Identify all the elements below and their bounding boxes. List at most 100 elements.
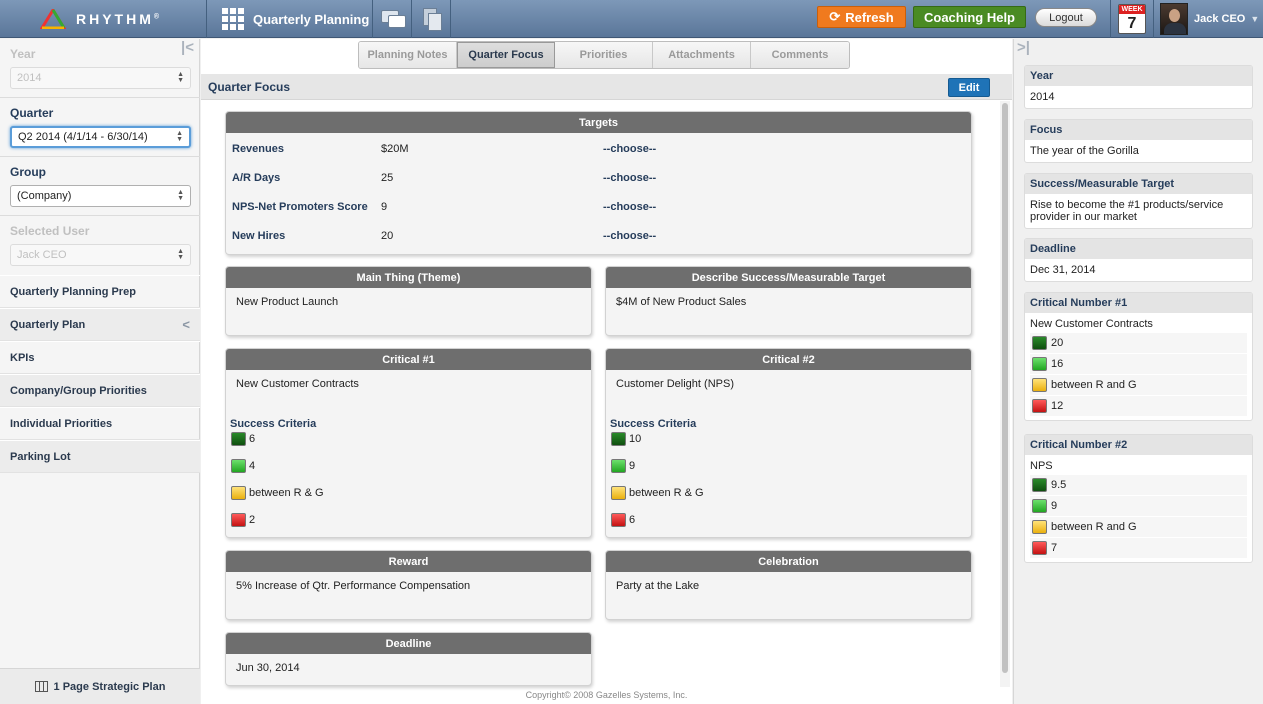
map-icon <box>34 681 48 692</box>
nav-quarterly-planning-prep[interactable]: Quarterly Planning Prep <box>0 275 200 308</box>
user-name: Jack CEO <box>1194 13 1246 25</box>
annual-target-box: Success/Measurable Target Rise to become… <box>1024 173 1253 229</box>
status-yellow-icon <box>1032 520 1047 534</box>
selected-user-field: Selected User Jack CEO ▲ ▼ <box>10 224 191 266</box>
critical-number-2-box: Critical Number #2 NPS 9.5 9 between R a… <box>1024 434 1253 563</box>
critical-1-card: Critical #1 New Customer Contracts Succe… <box>225 348 592 538</box>
select-arrows-icon: ▲ ▼ <box>177 71 184 84</box>
one-page-strategic-plan-link[interactable]: 1 Page Strategic Plan <box>0 668 200 704</box>
criteria-row: 4 <box>231 459 255 473</box>
nav-company-group-priorities[interactable]: Company/Group Priorities <box>0 374 200 407</box>
critical-1-text: New Customer Contracts <box>236 378 359 390</box>
nav-quarterly-plan[interactable]: Quarterly Plan < <box>0 308 200 341</box>
deadline-card: Deadline Jun 30, 2014 <box>225 632 592 686</box>
tab-priorities[interactable]: Priorities <box>555 42 653 68</box>
group-field: Group (Company) ▲ ▼ <box>10 165 191 207</box>
chevron-down-icon: ▼ <box>1250 14 1260 24</box>
nav-parking-lot[interactable]: Parking Lot <box>0 440 200 473</box>
criteria-row: between R and G <box>1030 375 1247 396</box>
criteria-row: 2 <box>231 513 255 527</box>
status-red-icon <box>1032 541 1047 555</box>
annual-deadline-box: Deadline Dec 31, 2014 <box>1024 238 1253 282</box>
section-title: Quarter Focus <box>208 79 291 94</box>
main-content: Planning Notes Quarter Focus Priorities … <box>201 39 1012 704</box>
criteria-row: 9 <box>611 459 635 473</box>
nav-kpis[interactable]: KPIs <box>0 341 200 374</box>
logo-text: RHYTHM® <box>76 11 160 27</box>
grid-icon <box>222 8 244 30</box>
status-dark-green-icon <box>1032 336 1047 350</box>
quarter-field: Quarter Q2 2014 (4/1/14 - 6/30/14) ▲ ▼ <box>10 106 191 148</box>
right-panel: >| Year 2014 Focus The year of the Goril… <box>1013 39 1263 704</box>
chevron-left-icon: < <box>182 317 190 332</box>
critical-2-text: Customer Delight (NPS) <box>616 378 734 390</box>
status-green-icon <box>231 459 246 473</box>
week-calendar-button[interactable]: WEEK 7 <box>1110 0 1154 38</box>
copyright: Copyright© 2008 Gazelles Systems, Inc. <box>525 690 688 700</box>
criteria-row: between R and G <box>1030 517 1247 538</box>
year-select[interactable]: 2014 ▲ ▼ <box>10 67 191 89</box>
module-title: Quarterly Planning <box>253 11 370 27</box>
chat-button[interactable] <box>374 0 412 38</box>
tab-planning-notes[interactable]: Planning Notes <box>359 42 457 68</box>
criteria-row: 12 <box>1030 396 1247 417</box>
tab-quarter-focus[interactable]: Quarter Focus <box>457 42 555 68</box>
quarter-select[interactable]: Q2 2014 (4/1/14 - 6/30/14) ▲ ▼ <box>10 126 191 148</box>
status-red-icon <box>1032 399 1047 413</box>
reward-text: 5% Increase of Qtr. Performance Compensa… <box>236 580 471 592</box>
selected-user-select[interactable]: Jack CEO ▲ ▼ <box>10 244 191 266</box>
status-yellow-icon <box>231 486 246 500</box>
status-green-icon <box>1032 357 1047 371</box>
select-arrows-icon: ▲ ▼ <box>176 130 183 143</box>
annual-focus-box: Focus The year of the Gorilla <box>1024 119 1253 163</box>
criteria-row: 6 <box>611 513 635 527</box>
tab-comments[interactable]: Comments <box>751 42 849 68</box>
select-arrows-icon: ▲ ▼ <box>177 189 184 202</box>
edit-button[interactable]: Edit <box>948 78 990 97</box>
annual-year-box: Year 2014 <box>1024 65 1253 109</box>
group-select[interactable]: (Company) ▲ ▼ <box>10 185 191 207</box>
status-dark-green-icon <box>611 432 626 446</box>
scrollbar-thumb[interactable] <box>1002 103 1008 673</box>
refresh-button[interactable]: ⟳ Refresh <box>817 6 906 28</box>
avatar <box>1160 3 1188 35</box>
reward-card: Reward 5% Increase of Qtr. Performance C… <box>225 550 592 620</box>
select-arrows-icon: ▲ ▼ <box>177 248 184 261</box>
tab-attachments[interactable]: Attachments <box>653 42 751 68</box>
status-green-icon <box>611 459 626 473</box>
criteria-row: between R & G <box>611 486 704 500</box>
celebration-text: Party at the Lake <box>616 580 700 592</box>
nav-individual-priorities[interactable]: Individual Priorities <box>0 407 200 440</box>
criteria-row: 9 <box>1030 496 1247 517</box>
documents-icon <box>422 8 442 31</box>
deadline-text: Jun 30, 2014 <box>236 662 300 674</box>
module-switcher[interactable]: Quarterly Planning <box>208 0 373 38</box>
coaching-help-button[interactable]: Coaching Help <box>913 6 1026 28</box>
criteria-row: 9.5 <box>1030 475 1247 496</box>
criteria-row: 7 <box>1030 538 1247 559</box>
main-thing-card: Main Thing (Theme) New Product Launch <box>225 266 592 336</box>
section-header: Quarter Focus Edit <box>201 74 1012 100</box>
status-yellow-icon <box>1032 378 1047 392</box>
criteria-row: 16 <box>1030 354 1247 375</box>
criteria-row: 10 <box>611 432 641 446</box>
criteria-row: between R & G <box>231 486 324 500</box>
documents-button[interactable] <box>413 0 451 38</box>
critical-2-card: Critical #2 Customer Delight (NPS) Succe… <box>605 348 972 538</box>
status-red-icon <box>611 513 626 527</box>
main-thing-text: New Product Launch <box>236 296 339 308</box>
user-menu[interactable]: Jack CEO ▼ <box>1158 0 1263 38</box>
criteria-row: 6 <box>231 432 255 446</box>
main-scrollbar[interactable] <box>1000 101 1010 687</box>
logout-button[interactable]: Logout <box>1035 8 1097 27</box>
collapse-right-icon[interactable]: >| <box>1017 39 1030 56</box>
rhythm-logo[interactable]: RHYTHM® <box>0 0 207 38</box>
year-field: Year 2014 ▲ ▼ <box>10 47 191 89</box>
criteria-row: 20 <box>1030 333 1247 354</box>
success-target-card: Describe Success/Measurable Target $4M o… <box>605 266 972 336</box>
targets-card: Targets Revenues $20M --choose-- A/R Days 2… <box>225 111 972 255</box>
status-green-icon <box>1032 499 1047 513</box>
tab-bar: Planning Notes Quarter Focus Priorities … <box>358 41 850 69</box>
top-bar: RHYTHM® Quarterly Planning ⟳ Refresh Coa… <box>0 0 1263 38</box>
celebration-card: Celebration Party at the Lake <box>605 550 972 620</box>
